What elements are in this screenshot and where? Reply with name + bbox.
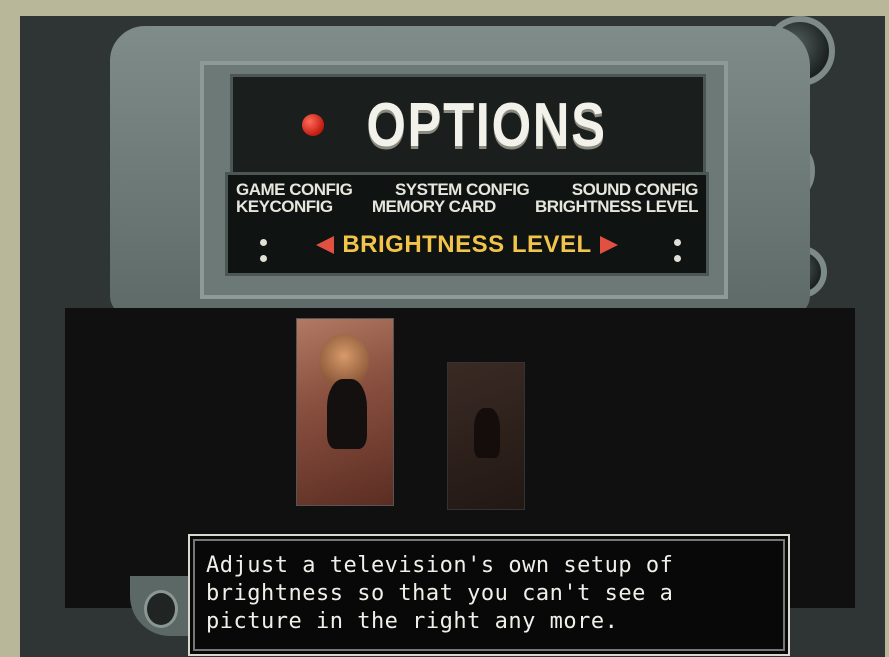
menu-item-memory-card[interactable]: MEMORY CARD: [372, 198, 496, 215]
menu-row-1: GAME CONFIG SYSTEM CONFIG SOUND CONFIG: [236, 181, 699, 198]
red-indicator-dot-icon: [302, 114, 325, 136]
menu-row-2: KEYCONFIG MEMORY CARD BRIGHTNESS LEVEL: [236, 198, 698, 215]
game-screen: OPTIONS GAME CONFIG SYSTEM CONFIG SOUND …: [20, 16, 885, 657]
brightness-picture-right: [447, 362, 525, 510]
left-arrow-icon[interactable]: [316, 236, 335, 254]
help-text: Adjust a television's own setup of brigh…: [206, 552, 776, 636]
help-dialog: Adjust a television's own setup of brigh…: [188, 534, 790, 656]
menu-item-system-config[interactable]: SYSTEM CONFIG: [395, 181, 530, 198]
help-line-3: picture in the right any more.: [206, 609, 619, 634]
brightness-picture-left: [296, 318, 394, 506]
selected-option-label: BRIGHTNESS LEVEL: [342, 231, 592, 258]
page-title: OPTIONS: [366, 90, 608, 160]
title-plate: OPTIONS: [230, 74, 706, 176]
menu-item-game-config[interactable]: GAME CONFIG: [236, 181, 353, 198]
help-line-1: Adjust a television's own setup of: [206, 553, 674, 578]
selected-option-selector[interactable]: BRIGHTNESS LEVEL: [228, 225, 706, 265]
help-line-2: brightness so that you can't see a: [206, 581, 674, 606]
options-menu: GAME CONFIG SYSTEM CONFIG SOUND CONFIG K…: [225, 172, 709, 276]
right-arrow-icon[interactable]: [599, 236, 618, 254]
menu-item-key-config[interactable]: KEYCONFIG: [236, 198, 333, 215]
menu-item-brightness-level[interactable]: BRIGHTNESS LEVEL: [535, 198, 698, 215]
controller-button-hint: [130, 576, 190, 636]
right-dots: [674, 239, 684, 267]
menu-item-sound-config[interactable]: SOUND CONFIG: [572, 181, 699, 198]
